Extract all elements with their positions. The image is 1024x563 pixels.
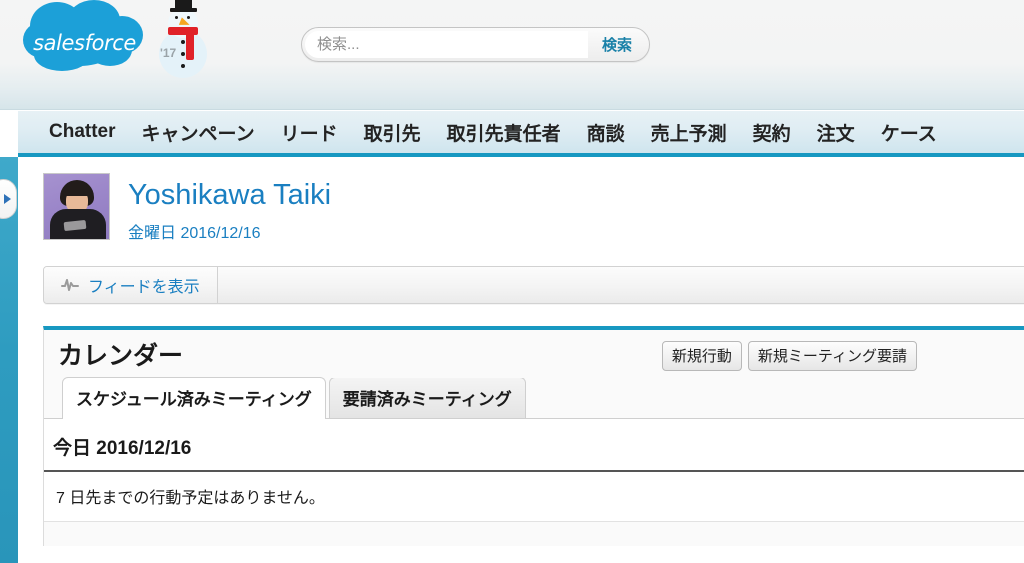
page-header: salesforce '17 検索 bbox=[0, 0, 1024, 110]
show-feed-button[interactable]: フィードを表示 bbox=[44, 267, 218, 303]
calendar-title: カレンダー bbox=[58, 342, 184, 370]
global-search: 検索 bbox=[301, 27, 651, 62]
main-content: Yoshikawa Taiki 金曜日 2016/12/16 フィードを表示 カ… bbox=[18, 157, 1024, 563]
profile-info: Yoshikawa Taiki 金曜日 2016/12/16 bbox=[110, 173, 331, 243]
nav-tab-chatter[interactable]: Chatter bbox=[36, 121, 129, 143]
primary-nav: Chatter キャンペーン リード 取引先 取引先責任者 商談 売上予測 契約… bbox=[18, 110, 1024, 157]
calendar-panel-header: カレンダー 新規行動 新規ミーティング要請 bbox=[44, 330, 1024, 378]
nav-tab-opportunities[interactable]: 商談 bbox=[574, 119, 638, 146]
new-meeting-request-button[interactable]: 新規ミーティング要請 bbox=[747, 341, 917, 371]
nav-tab-contacts[interactable]: 取引先責任者 bbox=[434, 119, 574, 146]
nav-tab-accounts[interactable]: 取引先 bbox=[351, 119, 434, 146]
nav-tab-forecasts[interactable]: 売上予測 bbox=[638, 119, 740, 146]
chevron-right-icon bbox=[4, 194, 11, 204]
tab-scheduled-meetings[interactable]: スケジュール済みミーティング bbox=[62, 377, 326, 419]
profile-name[interactable]: Yoshikawa Taiki bbox=[128, 179, 331, 212]
search-input[interactable] bbox=[305, 31, 588, 58]
nav-tab-cases[interactable]: ケース bbox=[868, 119, 950, 146]
sidebar-toggle-button[interactable] bbox=[0, 179, 17, 219]
holiday-year-label: '17 bbox=[160, 46, 177, 60]
feed-toolbar: フィードを表示 bbox=[43, 266, 1024, 304]
profile-date: 金曜日 2016/12/16 bbox=[128, 225, 261, 242]
tab-requested-meetings[interactable]: 要請済みミーティング bbox=[328, 377, 526, 418]
new-event-button[interactable]: 新規行動 bbox=[661, 341, 742, 371]
nav-tab-campaigns[interactable]: キャンペーン bbox=[129, 119, 268, 146]
nav-tab-contracts[interactable]: 契約 bbox=[740, 119, 804, 146]
show-feed-label: フィードを表示 bbox=[88, 279, 200, 296]
salesforce-home-page: salesforce '17 検索 Chatter キャンペーン リード 取引先 bbox=[0, 0, 1024, 563]
salesforce-logo[interactable]: salesforce bbox=[22, 0, 147, 88]
nav-tab-orders[interactable]: 注文 bbox=[804, 119, 868, 146]
calendar-empty-message: 7 日先までの行動予定はありません。 bbox=[44, 472, 1024, 522]
nav-tab-leads[interactable]: リード bbox=[268, 119, 351, 146]
calendar-panel: カレンダー 新規行動 新規ミーティング要請 スケジュール済みミーティング 要請済… bbox=[43, 326, 1024, 546]
profile-header: Yoshikawa Taiki 金曜日 2016/12/16 bbox=[18, 157, 1024, 243]
cloud-icon bbox=[23, 0, 143, 71]
search-button[interactable]: 検索 bbox=[588, 28, 649, 61]
calendar-actions: 新規行動 新規ミーティング要請 bbox=[661, 341, 917, 371]
feed-pulse-icon bbox=[61, 278, 79, 292]
avatar[interactable] bbox=[43, 173, 110, 240]
snowman-icon: '17 bbox=[150, 0, 216, 88]
today-heading: 今日 2016/12/16 bbox=[44, 419, 1024, 472]
calendar-subtabs: スケジュール済みミーティング 要請済みミーティング bbox=[44, 377, 1024, 419]
calendar-body: 今日 2016/12/16 7 日先までの行動予定はありません。 bbox=[44, 418, 1024, 522]
sidebar-rail bbox=[0, 157, 18, 563]
feed-toolbar-spacer bbox=[218, 267, 1024, 303]
